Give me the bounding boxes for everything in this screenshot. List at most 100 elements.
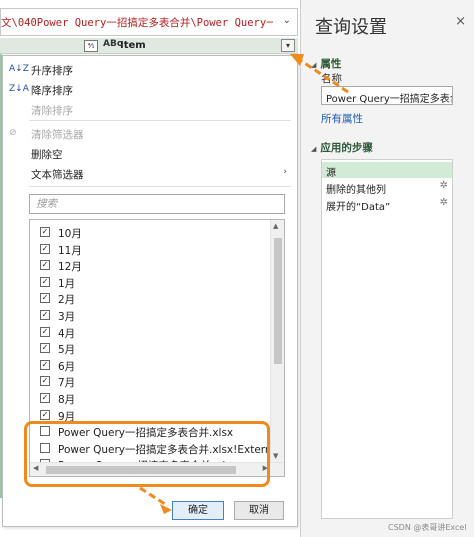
checkbox-checked[interactable]: ✓ bbox=[40, 343, 50, 354]
applied-steps-list: 源删除的其他列 ✲ 展开的“Data” ✲ bbox=[321, 159, 453, 519]
scroll-left-icon[interactable]: ◀ bbox=[33, 464, 38, 472]
checkbox-unchecked[interactable] bbox=[40, 426, 50, 437]
list-item-label: 6月 bbox=[58, 360, 76, 373]
list-item-label: 11月 bbox=[58, 244, 82, 257]
horizontal-scrollbar[interactable]: ◀ ▶ bbox=[30, 462, 284, 476]
watermark: CSDN @表哥讲Excel bbox=[388, 523, 467, 532]
collapse-triangle-icon[interactable]: ◢ bbox=[311, 61, 316, 69]
menu-label: 文本筛选器 bbox=[31, 169, 84, 181]
scroll-down-icon[interactable]: ▼ bbox=[273, 452, 278, 460]
checkbox-checked[interactable]: ✓ bbox=[40, 310, 50, 320]
section-label: 应用的步骤 bbox=[320, 142, 373, 154]
list-item[interactable]: ✓ 4月 bbox=[30, 324, 270, 340]
checkbox-checked[interactable]: ✓ bbox=[40, 359, 50, 370]
list-item-label: 4月 bbox=[58, 327, 76, 340]
query-name-field[interactable]: Power Query一招搞定多表合 bbox=[321, 86, 453, 105]
checkbox-checked[interactable]: ✓ bbox=[40, 393, 50, 403]
list-item-label: 3月 bbox=[58, 311, 76, 323]
menu-label: 降序排序 bbox=[31, 85, 73, 97]
list-item[interactable]: ✓ 7月 bbox=[30, 373, 270, 389]
chevron-down-icon[interactable]: ⌄ bbox=[283, 15, 291, 26]
filter-dropdown-button[interactable]: ▾ bbox=[281, 39, 295, 52]
list-item-label: Power Query一招搞定多表合并.xlsx!ExternalData bbox=[58, 443, 285, 456]
list-item-label: 7月 bbox=[58, 377, 76, 390]
scroll-thumb[interactable] bbox=[274, 238, 282, 364]
menu-label: 升序排序 bbox=[31, 65, 73, 77]
column-name: Item bbox=[120, 40, 146, 51]
checkbox-checked[interactable]: ✓ bbox=[40, 376, 50, 387]
submenu-arrow-icon: › bbox=[283, 167, 287, 177]
formula-bar[interactable]: 文\040Power Query一招搞定多表合并\Power Query一招 ⌄ bbox=[0, 8, 298, 36]
list-item[interactable]: ✓ 5月 bbox=[30, 340, 270, 356]
list-item-label: 12月 bbox=[58, 261, 82, 274]
list-item-label: 8月 bbox=[58, 394, 76, 406]
checkbox-checked[interactable]: ✓ bbox=[40, 243, 50, 254]
checkbox-checked[interactable]: ✓ bbox=[40, 276, 50, 287]
name-label: 名称 bbox=[321, 73, 342, 85]
properties-section-header[interactable]: ◢ 属性 bbox=[311, 56, 341, 71]
step-label: 展开的“Data” bbox=[326, 202, 391, 213]
list-item[interactable]: ✓ 2月 bbox=[30, 290, 270, 306]
filter-dropdown-menu: A↓Z 升序排序 Z↓A 降序排序 清除排序 ⊘ 清除筛选器 删除空 文本筛选器… bbox=[2, 55, 298, 527]
checkbox-checked[interactable]: ✓ bbox=[40, 293, 50, 304]
list-item[interactable]: Power Query一招搞定多表合并.xlsx!ExternalData bbox=[30, 440, 284, 456]
scroll-right-icon[interactable]: ▶ bbox=[263, 464, 268, 472]
list-item[interactable]: ✓ 11月 bbox=[30, 241, 270, 257]
column-header[interactable]: ⁴⁄₁ ABc Item ▾ bbox=[0, 38, 298, 54]
list-item[interactable]: ✓ 12月 bbox=[30, 257, 270, 273]
checkbox-unchecked[interactable] bbox=[40, 442, 50, 453]
scroll-up-icon[interactable]: ▲ bbox=[273, 222, 278, 230]
checkbox-checked[interactable]: ✓ bbox=[40, 326, 50, 337]
gear-icon[interactable]: ✲ bbox=[440, 180, 448, 191]
applied-step[interactable]: 源 bbox=[322, 162, 452, 179]
menu-label: 清除筛选器 bbox=[31, 129, 84, 141]
clear-filter-icon: ⊘ bbox=[9, 128, 17, 138]
column-type-icon[interactable]: ⁴⁄₁ bbox=[84, 40, 98, 52]
gear-icon[interactable]: ✲ bbox=[440, 197, 448, 208]
menu-divider bbox=[29, 120, 291, 121]
sort-ascending-icon: A↓Z bbox=[9, 64, 29, 74]
step-label: 删除的其他列 bbox=[326, 185, 386, 196]
collapse-triangle-icon[interactable]: ◢ bbox=[311, 145, 316, 153]
step-label: 源 bbox=[326, 168, 336, 179]
section-label: 属性 bbox=[320, 58, 342, 70]
checkbox-checked[interactable]: ✓ bbox=[40, 260, 50, 271]
list-item[interactable]: ✓ 8月 bbox=[30, 390, 270, 406]
scroll-thumb[interactable] bbox=[46, 466, 236, 474]
checkbox-checked[interactable]: ✓ bbox=[40, 409, 50, 420]
ok-button[interactable]: 确定 bbox=[172, 501, 224, 520]
menu-clear-sort[interactable]: 清除排序 bbox=[3, 100, 297, 120]
list-item-label: 2月 bbox=[58, 294, 76, 307]
search-box[interactable] bbox=[29, 194, 285, 214]
list-item[interactable]: Power Query一招搞定多表合并.xlsx bbox=[30, 423, 270, 439]
menu-sort-ascending[interactable]: A↓Z 升序排序 bbox=[3, 60, 297, 80]
menu-clear-filter[interactable]: ⊘ 清除筛选器 bbox=[3, 124, 297, 144]
list-item[interactable]: ✓ 1月 bbox=[30, 274, 270, 290]
formula-text[interactable]: 文\040Power Query一招搞定多表合并\Power Query一招 bbox=[1, 15, 273, 30]
vertical-scrollbar[interactable]: ▲ ▼ bbox=[270, 220, 284, 462]
menu-label: 删除空 bbox=[31, 149, 63, 161]
list-item[interactable]: ✓ 10月 bbox=[30, 224, 270, 240]
list-item-label: Power Query一招搞定多表合并.xlsx bbox=[58, 427, 234, 440]
list-item-label: 10月 bbox=[58, 228, 82, 240]
list-item-label: 5月 bbox=[58, 344, 76, 357]
list-item-label: 1月 bbox=[58, 277, 76, 290]
menu-sort-descending[interactable]: Z↓A 降序排序 bbox=[3, 80, 297, 100]
menu-remove-empty[interactable]: 删除空 bbox=[3, 144, 297, 164]
applied-steps-header[interactable]: ◢ 应用的步骤 bbox=[311, 140, 373, 155]
list-item[interactable]: ✓ 3月 bbox=[30, 307, 270, 323]
list-item[interactable]: ✓ 6月 bbox=[30, 357, 270, 373]
search-input[interactable] bbox=[30, 195, 284, 213]
menu-divider bbox=[29, 186, 291, 187]
menu-text-filters[interactable]: 文本筛选器 › bbox=[3, 164, 297, 184]
close-icon[interactable]: × bbox=[455, 14, 466, 29]
checkbox-checked[interactable]: ✓ bbox=[40, 227, 50, 237]
applied-step[interactable]: 删除的其他列 ✲ bbox=[322, 179, 452, 196]
query-settings-pane: 查询设置 × ◢ 属性 名称 Power Query一招搞定多表合 所有属性 ◢ 应… bbox=[300, 0, 474, 537]
pane-title: 查询设置 bbox=[315, 17, 387, 38]
cancel-button[interactable]: 取消 bbox=[234, 501, 284, 520]
applied-step[interactable]: 展开的“Data” ✲ bbox=[322, 196, 452, 213]
all-properties-link[interactable]: 所有属性 bbox=[321, 111, 363, 126]
list-item-label: 9月 bbox=[58, 410, 76, 423]
list-item[interactable]: ✓ 9月 bbox=[30, 407, 270, 423]
